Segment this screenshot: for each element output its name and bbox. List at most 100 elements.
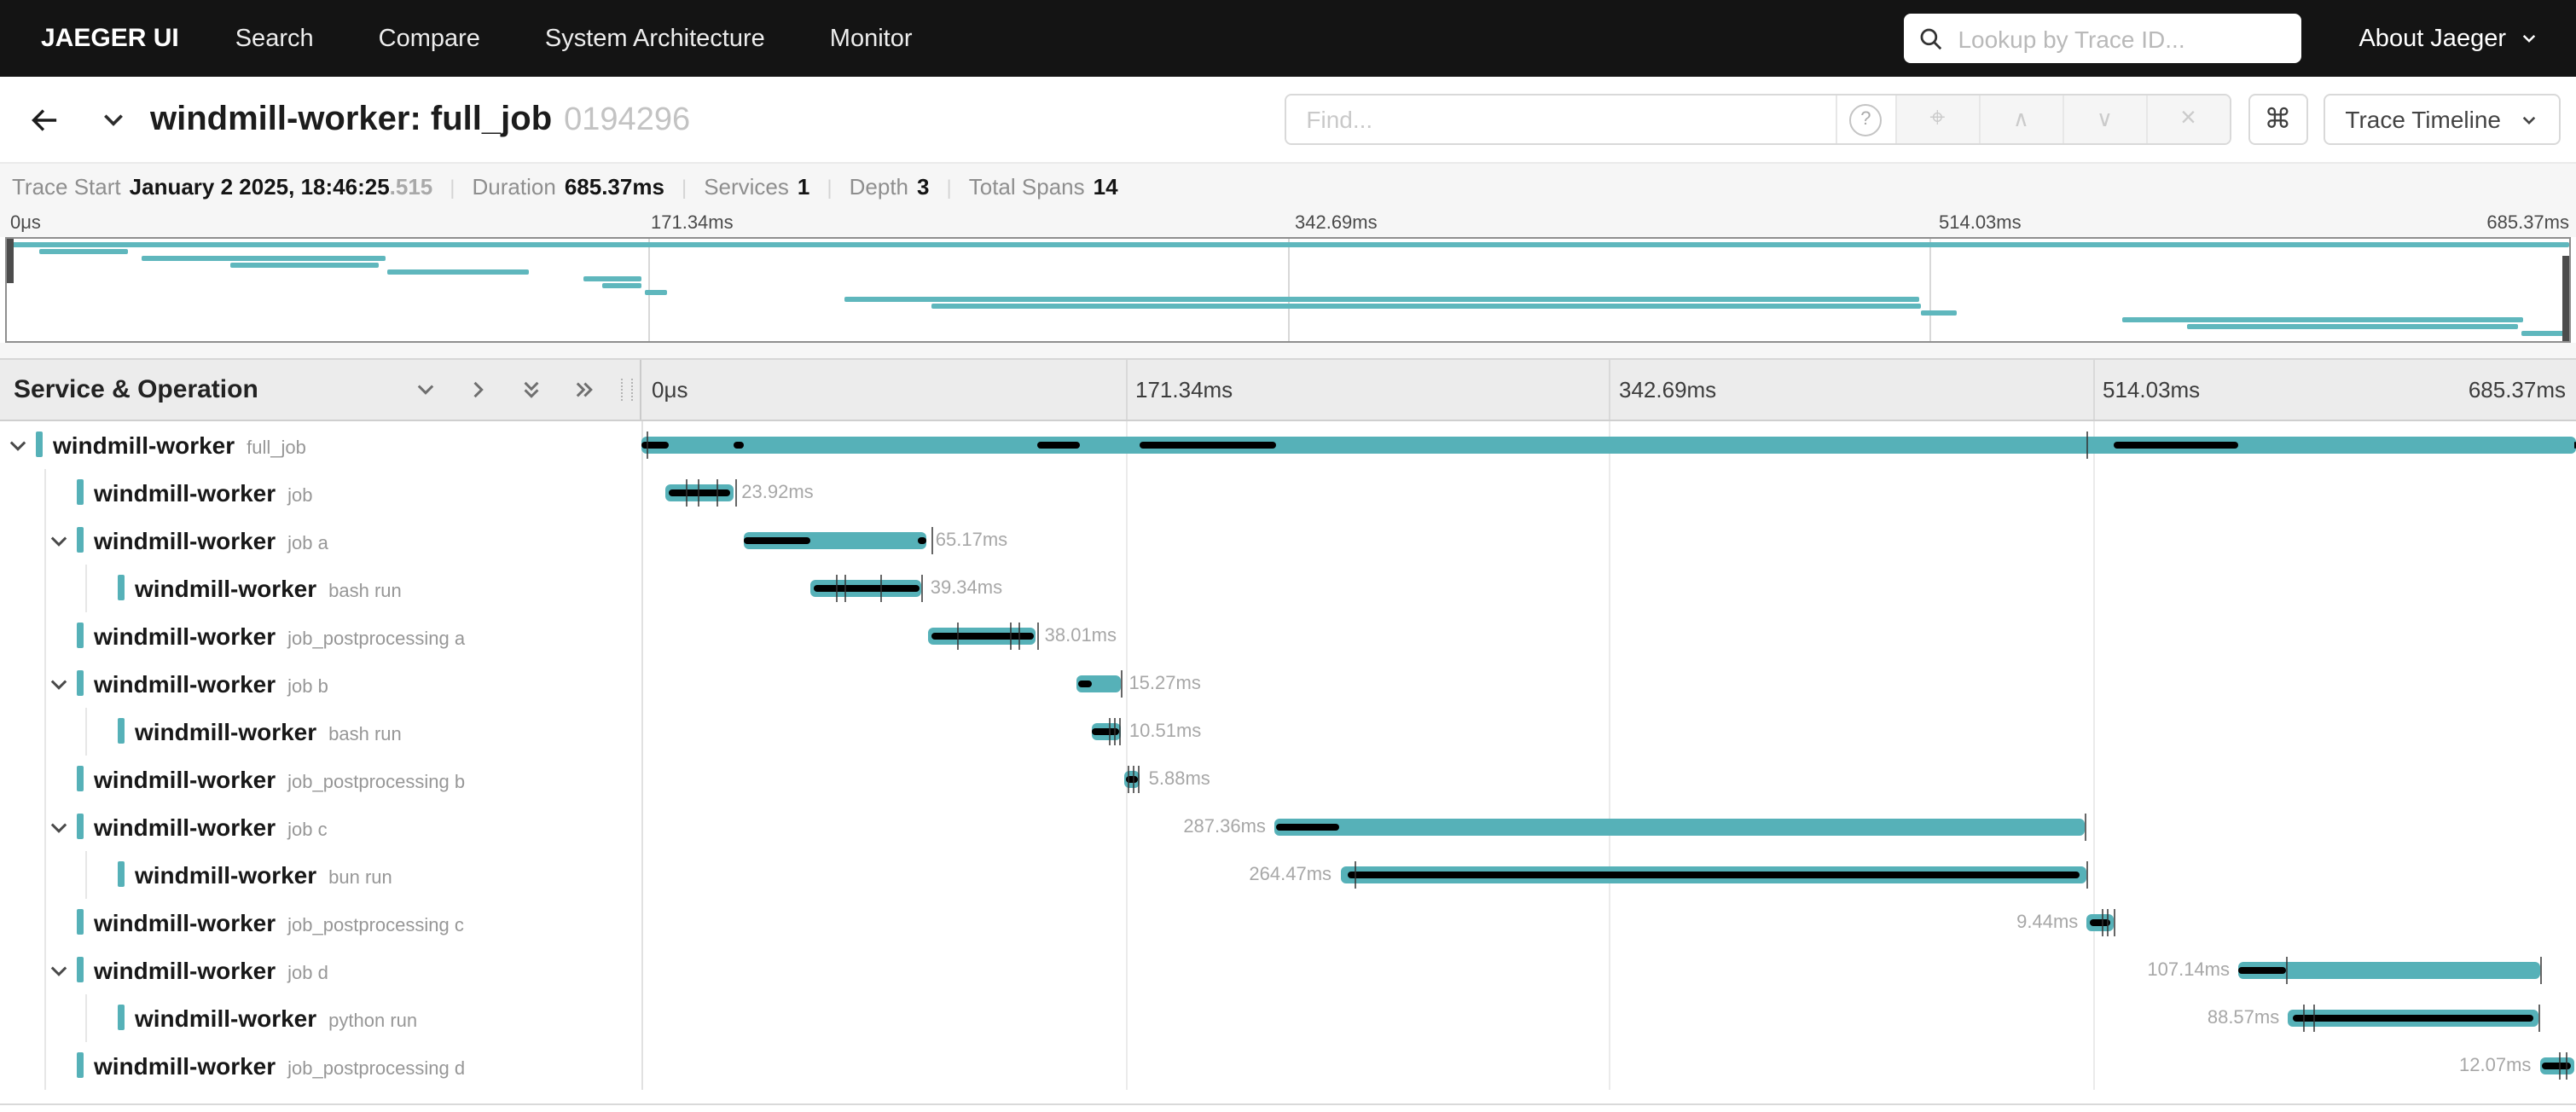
- span-name[interactable]: windmill-workerjob d: [94, 947, 328, 998]
- service-color-bar: [77, 1052, 84, 1078]
- span-bar[interactable]: [2288, 1010, 2538, 1027]
- column-resizer-handle[interactable]: [621, 379, 633, 401]
- span-bar[interactable]: [1077, 675, 1121, 692]
- find-box: ? ⌖ ∧ ∨ ×: [1284, 94, 2231, 145]
- critical-path-segment: [2114, 442, 2237, 449]
- span-name[interactable]: windmill-workerjob_postprocessing b: [94, 756, 465, 807]
- log-marker: [2114, 909, 2115, 936]
- service-color-bar: [77, 479, 84, 505]
- expand-all-icon[interactable]: [570, 376, 597, 403]
- service-color-bar: [118, 861, 125, 887]
- span-name[interactable]: windmill-workerjob_postprocessing d: [94, 1042, 465, 1093]
- nav-item-system-architecture[interactable]: System Architecture: [513, 25, 798, 52]
- span-expand-chevron[interactable]: [48, 817, 70, 839]
- critical-path-segment: [1348, 872, 2080, 878]
- about-jaeger-menu[interactable]: About Jaeger: [2358, 25, 2538, 52]
- span-expand-chevron[interactable]: [48, 530, 70, 553]
- span-name[interactable]: windmill-workerjob b: [94, 660, 328, 711]
- span-name[interactable]: windmill-workerfull_job: [53, 421, 306, 472]
- span-name[interactable]: windmill-workerjob c: [94, 803, 328, 854]
- back-button[interactable]: [15, 94, 67, 145]
- nav-item-compare[interactable]: Compare: [346, 25, 513, 52]
- critical-path-segment: [2238, 967, 2287, 974]
- help-icon: ?: [1849, 103, 1882, 136]
- trace-lookup-box[interactable]: [1903, 14, 2300, 63]
- minimap-left-handle[interactable]: [7, 239, 14, 283]
- indent-guide: [44, 469, 46, 517]
- trace-view-selector[interactable]: Trace Timeline: [2323, 94, 2561, 145]
- span-duration-label: 15.27ms: [1128, 660, 1200, 708]
- span-name[interactable]: windmill-workerjob_postprocessing a: [94, 612, 465, 663]
- log-marker: [931, 527, 932, 554]
- divider: |: [682, 175, 687, 199]
- span-bar[interactable]: [665, 484, 733, 501]
- expand-one-icon[interactable]: [464, 376, 491, 403]
- keyboard-shortcuts-button[interactable]: ⌘: [2248, 94, 2307, 145]
- span-name[interactable]: windmill-worker job: [94, 469, 313, 520]
- indent-guide: [44, 1042, 46, 1090]
- trace-lookup-input[interactable]: [1954, 23, 2285, 54]
- span-row: windmill-workerjob c287.36ms: [0, 803, 2576, 851]
- span-row: windmill-workerjob_postprocessing c9.44m…: [0, 899, 2576, 947]
- span-name[interactable]: windmill-workerbash run: [135, 565, 402, 616]
- trace-minimap[interactable]: [5, 237, 2571, 343]
- find-input[interactable]: [1285, 96, 1835, 143]
- indent-guide: [44, 517, 46, 565]
- services-label: Services: [704, 174, 789, 200]
- span-row: windmill-workerjob a 65.17ms: [0, 517, 2576, 565]
- span-bar[interactable]: [2086, 914, 2113, 931]
- nav-item-search[interactable]: Search: [203, 25, 346, 52]
- log-marker: [1133, 766, 1134, 793]
- next-match-button[interactable]: ∨: [2062, 96, 2145, 143]
- minimap-span-bar: [387, 269, 530, 275]
- indent-guide: [44, 803, 46, 851]
- service-name: windmill-worker: [94, 479, 276, 507]
- log-marker: [922, 575, 924, 602]
- log-marker: [2086, 861, 2088, 889]
- span-expand-chevron[interactable]: [7, 435, 29, 457]
- span-name[interactable]: windmill-workerjob_postprocessing c: [94, 899, 464, 950]
- x-icon: ×: [2180, 104, 2196, 135]
- span-name[interactable]: windmill-workerbun run: [135, 851, 392, 902]
- collapse-all-icon[interactable]: [517, 376, 544, 403]
- indent-guide: [44, 947, 46, 994]
- app-brand[interactable]: JAEGER UI: [17, 24, 203, 53]
- operation-name: bash run: [328, 582, 402, 602]
- nav-item-monitor[interactable]: Monitor: [798, 25, 945, 52]
- span-row: windmill-workerjob_postprocessing b5.88m…: [0, 756, 2576, 803]
- span-bar[interactable]: [743, 532, 927, 549]
- span-name[interactable]: windmill-workerjob a: [94, 517, 328, 568]
- span-expand-chevron[interactable]: [48, 960, 70, 982]
- critical-path-segment: [1078, 681, 1091, 687]
- span-bar[interactable]: [2238, 962, 2541, 979]
- minimap-right-handle[interactable]: [2562, 256, 2569, 341]
- span-bar[interactable]: [1123, 771, 1140, 788]
- trace-collapse-toggle[interactable]: [90, 97, 135, 142]
- span-bar[interactable]: [1091, 723, 1121, 740]
- span-bar[interactable]: [641, 437, 2576, 454]
- span-row: windmill-workerjob b 15.27ms: [0, 660, 2576, 708]
- span-duration-label: 65.17ms: [936, 517, 1007, 565]
- minimap-span-bar: [602, 283, 641, 289]
- span-bar[interactable]: [929, 628, 1036, 645]
- span-row: windmill-workerbun run264.47ms: [0, 851, 2576, 899]
- span-bar[interactable]: [1274, 819, 2086, 836]
- span-expand-chevron[interactable]: [48, 674, 70, 696]
- span-name[interactable]: windmill-workerbash run: [135, 708, 402, 759]
- operation-name: job: [287, 486, 312, 507]
- span-bar[interactable]: [811, 580, 922, 597]
- services-value: 1: [798, 174, 809, 200]
- span-bar[interactable]: [2539, 1057, 2573, 1074]
- find-help-button[interactable]: ?: [1835, 96, 1894, 143]
- focus-match-button[interactable]: ⌖: [1894, 96, 1978, 143]
- span-name[interactable]: windmill-workerpython run: [135, 994, 417, 1045]
- log-marker: [1018, 623, 1020, 650]
- collapse-one-icon[interactable]: [411, 376, 438, 403]
- clear-search-button[interactable]: ×: [2145, 96, 2229, 143]
- service-color-bar: [118, 718, 125, 744]
- span-row: windmill-workerjob23.92ms: [0, 469, 2576, 517]
- span-bar[interactable]: [1340, 866, 2086, 883]
- prev-match-button[interactable]: ∧: [1978, 96, 2062, 143]
- span-row: windmill-workerbash run10.51ms: [0, 708, 2576, 756]
- minimap-axis: 0μs171.34ms342.69ms514.03ms685.37ms: [0, 210, 2576, 237]
